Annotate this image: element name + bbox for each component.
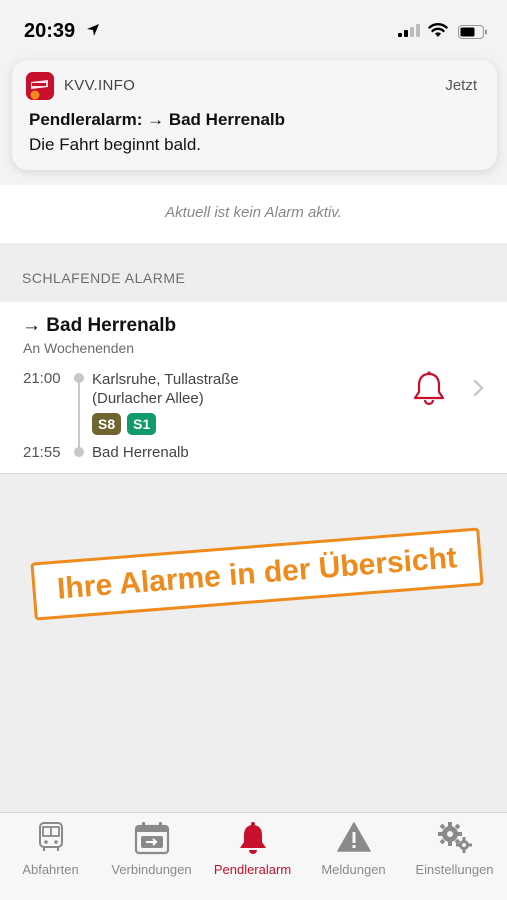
location-arrow-icon xyxy=(86,23,100,42)
battery-icon xyxy=(458,25,488,44)
tab-pendleralarm[interactable]: Pendleralarm xyxy=(202,813,303,900)
tab-label-abfahrten: Abfahrten xyxy=(22,862,79,877)
promo-stamp-text: Ihre Alarme in der Übersicht xyxy=(55,541,458,606)
tab-label-einstellungen: Einstellungen xyxy=(415,862,494,877)
cellular-signal-icon xyxy=(398,24,420,42)
departure-stop-detail: (Durlacher Allee) xyxy=(92,390,204,407)
notification-title: Pendleralarm: → Bad Herrenalb xyxy=(29,110,286,129)
line-badges: S8 S1 xyxy=(92,413,157,435)
notification-body: Die Fahrt beginnt bald. xyxy=(29,135,201,154)
tab-einstellungen[interactable]: Einstellungen xyxy=(404,813,505,900)
tab-meldungen[interactable]: Meldungen xyxy=(303,813,404,900)
sleeping-alarms-header: SCHLAFENDE ALARME xyxy=(22,270,186,286)
tab-abfahrten[interactable]: Abfahrten xyxy=(0,813,101,900)
line-badge-s1: S1 xyxy=(127,413,157,435)
bus-icon xyxy=(0,821,101,857)
tab-label-meldungen: Meldungen xyxy=(321,862,386,877)
alarm-bell-icon[interactable] xyxy=(412,370,446,411)
line-badge-s8: S8 xyxy=(92,413,122,435)
no-active-alarm-text: Aktuell ist kein Alarm aktiv. xyxy=(165,204,342,221)
chevron-right-icon[interactable] xyxy=(473,379,485,402)
notification-time: Jetzt xyxy=(445,77,477,94)
departure-stop: Karlsruhe, Tullastraße (Durlacher Allee) xyxy=(92,370,239,408)
arrival-dot xyxy=(74,447,84,457)
departure-stop-name: Karlsruhe, Tullastraße xyxy=(92,371,239,388)
calendar-route-icon xyxy=(101,821,202,857)
promo-stamp: Ihre Alarme in der Übersicht xyxy=(30,527,484,621)
alarm-title: → Bad Herrenalb xyxy=(22,315,177,336)
notification-app-name: KVV.INFO xyxy=(64,77,136,94)
gears-icon xyxy=(404,821,505,857)
status-time: 20:39 xyxy=(24,20,76,42)
alarm-card[interactable]: → Bad Herrenalb An Wochenenden 21:00 Kar… xyxy=(0,302,507,474)
push-notification[interactable]: KVV.INFO Jetzt Pendleralarm: → Bad Herre… xyxy=(12,60,497,170)
warning-icon xyxy=(303,821,404,857)
departure-time: 21:00 xyxy=(23,370,61,387)
bell-icon xyxy=(202,821,303,857)
arrival-stop: Bad Herrenalb xyxy=(92,444,189,461)
departure-dot xyxy=(74,373,84,383)
tab-verbindungen[interactable]: Verbindungen xyxy=(101,813,202,900)
route-timeline xyxy=(78,378,80,450)
kvv-app-icon xyxy=(26,72,54,100)
alarm-schedule: An Wochenenden xyxy=(23,340,135,356)
tab-label-verbindungen: Verbindungen xyxy=(111,862,192,877)
arrival-time: 21:55 xyxy=(23,444,61,461)
status-bar: 20:39 xyxy=(0,0,507,60)
tab-bar: Abfahrten Verbindungen Pendleralarm Meld… xyxy=(0,812,507,900)
wifi-icon xyxy=(428,22,448,43)
tab-label-pendleralarm: Pendleralarm xyxy=(213,862,292,877)
